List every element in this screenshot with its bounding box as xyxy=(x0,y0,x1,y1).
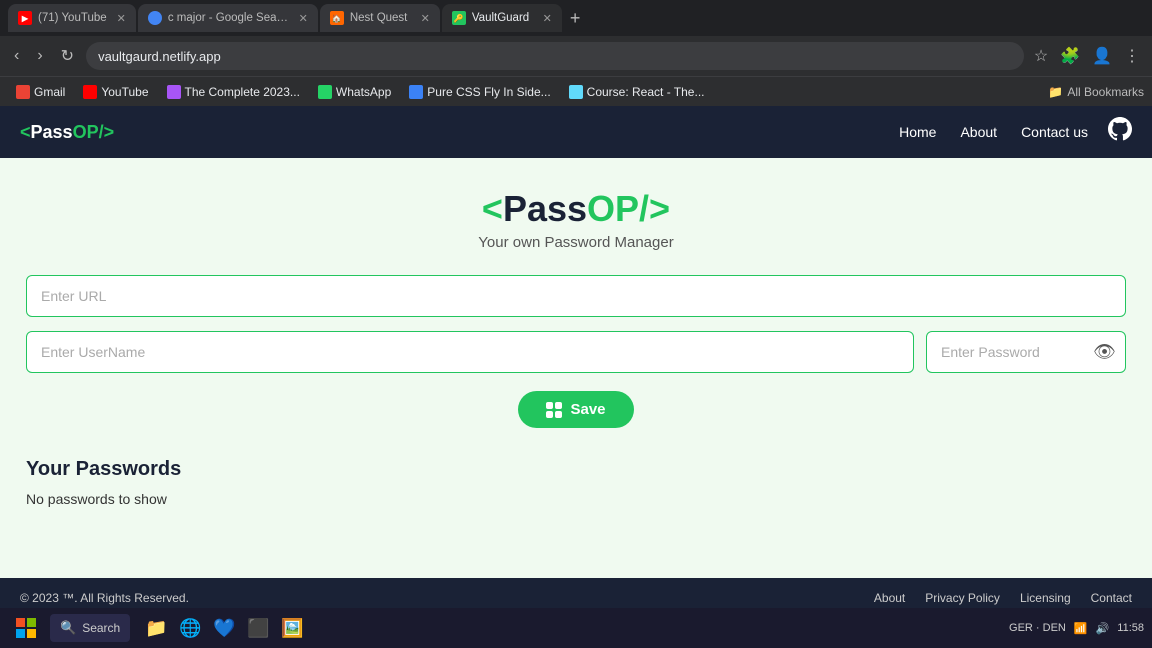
footer-link-privacy[interactable]: Privacy Policy xyxy=(925,591,1000,605)
taskbar-vscode[interactable]: 💙 xyxy=(208,612,240,644)
bookmarks-more[interactable]: 📁 All Bookmarks xyxy=(1048,85,1144,99)
toggle-password-button[interactable]: 👁 xyxy=(1093,342,1116,363)
refresh-button[interactable]: ↻ xyxy=(55,44,80,68)
username-input[interactable] xyxy=(26,331,914,373)
profile-button[interactable]: 👤 xyxy=(1088,42,1116,70)
no-passwords-message: No passwords to show xyxy=(26,491,1126,507)
nav-link-about[interactable]: About xyxy=(960,124,997,140)
search-icon: 🔍 xyxy=(60,620,76,636)
browser-chrome: ▶ (71) YouTube ✕ c major - Google Search… xyxy=(0,0,1152,106)
footer-link-contact[interactable]: Contact xyxy=(1091,591,1132,605)
taskbar-pinned-icons: 📁 🌐 💙 ⬛ 🖼️ xyxy=(140,612,308,644)
footer-link-licensing[interactable]: Licensing xyxy=(1020,591,1071,605)
url-input-wrap xyxy=(26,275,1126,317)
credentials-row: 👁 xyxy=(26,331,1126,373)
taskbar-search-box[interactable]: 🔍 Search xyxy=(50,614,130,642)
bookmark-gmail[interactable]: Gmail xyxy=(8,83,73,101)
form-container: 👁 Save xyxy=(26,275,1126,458)
tab-close-nest[interactable]: ✕ xyxy=(421,12,430,25)
bookmark-purecss[interactable]: Pure CSS Fly In Side... xyxy=(401,83,558,101)
back-button[interactable]: ‹ xyxy=(8,45,25,67)
nav-link-home[interactable]: Home xyxy=(899,124,936,140)
taskbar-photos[interactable]: 🖼️ xyxy=(276,612,308,644)
hero-title: <PassOP/> xyxy=(482,188,670,230)
footer-links: About Privacy Policy Licensing Contact xyxy=(874,591,1132,605)
address-bar-row: ‹ › ↻ ☆ 🧩 👤 ⋮ xyxy=(0,36,1152,76)
passwords-heading: Your Passwords xyxy=(26,458,1126,481)
forward-button[interactable]: › xyxy=(31,45,48,67)
url-input[interactable] xyxy=(26,275,1126,317)
app-wrapper: <PassOP/> Home About Contact us <PassOP/… xyxy=(0,106,1152,618)
tab-close-youtube[interactable]: ✕ xyxy=(117,12,126,25)
tab-youtube[interactable]: ▶ (71) YouTube ✕ xyxy=(8,4,136,32)
navbar-nav: Home About Contact us xyxy=(899,124,1088,140)
tab-close-google[interactable]: ✕ xyxy=(299,12,308,25)
taskbar-file-explorer[interactable]: 📁 xyxy=(140,612,172,644)
clock-time: 11:58 xyxy=(1117,622,1144,634)
toolbar-icons: ☆ 🧩 👤 ⋮ xyxy=(1030,42,1144,70)
menu-button[interactable]: ⋮ xyxy=(1120,42,1144,70)
footer-copyright: © 2023 ™. All Rights Reserved. xyxy=(20,591,874,605)
github-icon[interactable] xyxy=(1108,117,1132,147)
bookmark-button[interactable]: ☆ xyxy=(1030,42,1052,70)
taskbar-chrome[interactable]: 🌐 xyxy=(174,612,206,644)
passwords-section: Your Passwords No passwords to show xyxy=(26,458,1126,507)
taskbar-network-icon: 📶 xyxy=(1074,622,1088,635)
tab-bar: ▶ (71) YouTube ✕ c major - Google Search… xyxy=(0,0,1152,36)
save-button-wrap: Save xyxy=(26,391,1126,428)
taskbar-right: GER · DEN 📶 🔊 11:58 xyxy=(1009,622,1144,635)
save-icon xyxy=(546,402,562,418)
bookmark-whatsapp[interactable]: WhatsApp xyxy=(310,83,399,101)
time-display: 11:58 xyxy=(1117,622,1144,634)
extensions-button[interactable]: 🧩 xyxy=(1056,42,1084,70)
bookmark-youtube[interactable]: YouTube xyxy=(75,83,156,101)
navbar-brand: <PassOP/> xyxy=(20,122,114,143)
nav-link-contact[interactable]: Contact us xyxy=(1021,124,1088,140)
save-button[interactable]: Save xyxy=(518,391,633,428)
address-bar[interactable] xyxy=(86,42,1024,70)
save-label: Save xyxy=(570,401,605,418)
navbar: <PassOP/> Home About Contact us xyxy=(0,106,1152,158)
footer-link-about[interactable]: About xyxy=(874,591,905,605)
tab-nest[interactable]: 🏠 Nest Quest ✕ xyxy=(320,4,440,32)
taskbar-language: GER · DEN xyxy=(1009,622,1066,634)
start-button[interactable] xyxy=(8,610,44,646)
main-content: <PassOP/> Your own Password Manager 👁 xyxy=(0,158,1152,578)
bookmark-complete[interactable]: The Complete 2023... xyxy=(159,83,308,101)
username-input-wrap xyxy=(26,331,914,373)
password-input-wrap: 👁 xyxy=(926,331,1126,373)
taskbar-volume-icon: 🔊 xyxy=(1096,622,1110,635)
tab-close-vaultguard[interactable]: ✕ xyxy=(543,12,552,25)
hero-subtitle: Your own Password Manager xyxy=(478,234,673,251)
new-tab-button[interactable]: + xyxy=(564,8,587,29)
bookmark-react[interactable]: Course: React - The... xyxy=(561,83,713,101)
taskbar: 🔍 Search 📁 🌐 💙 ⬛ 🖼️ GER · DEN 📶 🔊 11:58 xyxy=(0,608,1152,648)
taskbar-terminal[interactable]: ⬛ xyxy=(242,612,274,644)
tab-vaultguard[interactable]: 🔑 VaultGuard ✕ xyxy=(442,4,562,32)
bookmarks-bar: Gmail YouTube The Complete 2023... Whats… xyxy=(0,76,1152,106)
tab-google[interactable]: c major - Google Search ✕ xyxy=(138,4,318,32)
